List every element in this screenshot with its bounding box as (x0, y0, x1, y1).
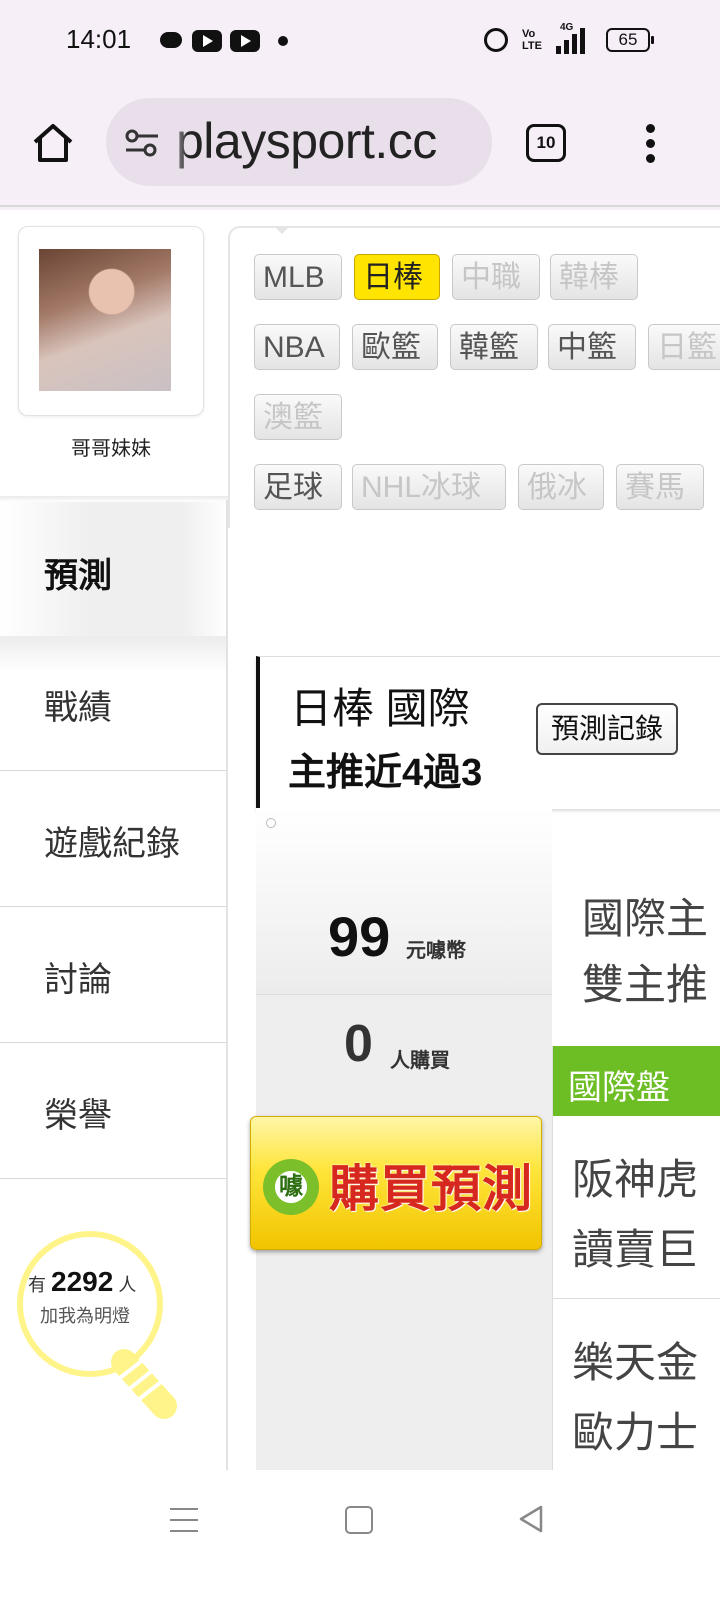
system-nav-bar (0, 1470, 720, 1604)
tab-china-basketball[interactable]: 中籃 (548, 324, 636, 370)
chrome-divider (0, 205, 720, 207)
buyers-count: 0 (344, 1015, 373, 1073)
signal-icon: 4G (556, 22, 592, 54)
tab-horse-racing[interactable]: 賽馬 (616, 464, 704, 510)
chat-icon (158, 28, 186, 54)
sidebar-item-discussion[interactable]: 討論 (0, 908, 226, 1043)
profile-card[interactable] (18, 226, 204, 416)
more-menu-icon[interactable] (646, 124, 656, 164)
team-name: 樂天金 (572, 1339, 699, 1386)
description-line: 雙主推 (582, 961, 709, 1008)
username[interactable]: 哥哥妹妹 (0, 432, 222, 461)
coin-icon: 噱 (263, 1159, 319, 1215)
tab-aus-basketball[interactable]: 澳籃 (254, 394, 342, 440)
game-row[interactable]: 阪神虎 讀賣巨 (552, 1116, 720, 1299)
battery-icon: 65 (606, 28, 654, 52)
status-bar: 14:01 Vo LTE 4G 65 (0, 0, 720, 84)
panel-pointer (274, 226, 290, 234)
sidebar-item-label: 討論 (44, 961, 112, 999)
tab-nba[interactable]: NBA (254, 324, 340, 370)
tabs-icon[interactable]: 10 (526, 124, 566, 162)
buyers-unit: 人購買 (390, 1050, 450, 1072)
column-divider (552, 1046, 553, 1476)
tab-mlb[interactable]: MLB (254, 254, 342, 300)
back-icon[interactable] (518, 1504, 544, 1534)
fans-count: 有 2292 人 (28, 1266, 137, 1297)
sidebar-item-label: 戰績 (44, 689, 112, 727)
tab-japan-basketball[interactable]: 日籃 (648, 324, 720, 370)
address-bar[interactable]: playsport.cc (106, 98, 492, 186)
tab-korea-basketball[interactable]: 韓籃 (450, 324, 538, 370)
sidebar-item-label: 預測 (44, 557, 112, 595)
browser-chrome: 14:01 Vo LTE 4G 65 playsport.cc 10 (0, 0, 720, 210)
tab-euro-basketball[interactable]: 歐籃 (352, 324, 438, 370)
tab-khl[interactable]: 俄冰 (518, 464, 604, 510)
home-nav-icon[interactable] (345, 1506, 373, 1534)
sidebar-item-record[interactable]: 戰績 (0, 636, 226, 771)
record-header: 日棒 國際 主推近4過3 預測記錄 (256, 656, 720, 809)
price-unit: 元噱幣 (406, 940, 466, 962)
tab-nhl[interactable]: NHL冰球 (352, 464, 506, 510)
alarm-icon (484, 28, 508, 52)
fans-caption: 加我為明燈 (40, 1306, 130, 1326)
market-header: 國際盤 (552, 1046, 720, 1116)
sidebar-item-honor[interactable]: 榮譽 (0, 1044, 226, 1179)
youtube-icon (192, 30, 222, 52)
market-label: 國際盤 (568, 1069, 670, 1107)
volte-icon: Vo LTE (522, 28, 542, 52)
recents-icon[interactable] (170, 1508, 198, 1532)
prediction-history-button[interactable]: 預測記錄 (536, 703, 678, 755)
sidebar-item-predict[interactable] (0, 502, 228, 636)
team-name: 歐力士 (572, 1409, 699, 1456)
pin-icon (266, 818, 276, 828)
price-box (256, 808, 552, 995)
sidebar-item-label: 榮譽 (44, 1097, 112, 1135)
buy-prediction-button[interactable]: 噱 購買預測 (250, 1116, 542, 1250)
avatar[interactable] (39, 249, 171, 391)
game-row[interactable]: 樂天金 歐力士 (552, 1299, 720, 1481)
tab-soccer[interactable]: 足球 (254, 464, 342, 510)
tab-npb[interactable]: 日棒 (354, 254, 440, 300)
home-icon[interactable] (30, 120, 76, 166)
description-line: 國際主 (582, 895, 709, 942)
buy-prediction-label: 購買預測 (329, 1161, 533, 1217)
team-name: 讀賣巨 (572, 1226, 699, 1273)
sidebar-border (226, 500, 228, 1480)
record-title: 日棒 國際 (290, 685, 470, 732)
tab-kbo[interactable]: 韓棒 (550, 254, 638, 300)
youtube-icon (230, 30, 260, 52)
record-subtitle: 主推近4過3 (288, 752, 483, 794)
notification-dot-icon (278, 36, 288, 46)
url-fade (168, 98, 188, 186)
prediction-description: 國際主 雙主推 (582, 886, 708, 1018)
price-value: 99 (328, 905, 391, 968)
sidebar-item-label: 遊戲紀錄 (44, 825, 180, 863)
sidebar-item-game-log[interactable]: 遊戲紀錄 (0, 772, 226, 907)
team-name: 阪神虎 (572, 1156, 699, 1203)
clock: 14:01 (66, 24, 132, 54)
site-settings-icon[interactable] (124, 128, 160, 158)
tab-cpbl[interactable]: 中職 (452, 254, 540, 300)
lightbulb-icon[interactable] (14, 1228, 194, 1428)
url-text[interactable]: playsport.cc (176, 112, 437, 170)
